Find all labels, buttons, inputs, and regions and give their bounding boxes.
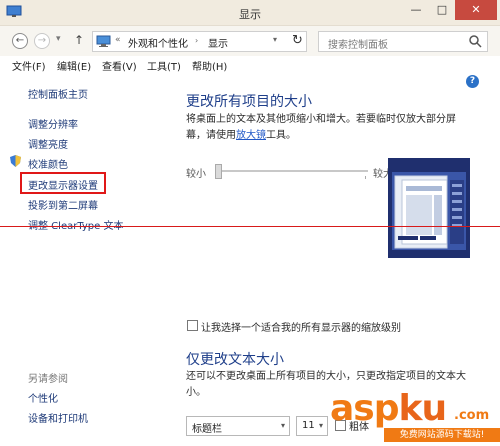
font-size-select-value: 11 — [302, 420, 315, 431]
watermark-subtitle: 免费网站源码下载站! — [384, 428, 500, 442]
forward-arrow-icon[interactable]: → — [34, 33, 50, 49]
chevron-right-icon[interactable]: › — [195, 36, 198, 45]
recent-pages-chevron-icon[interactable]: ▾ — [56, 34, 61, 44]
breadcrumb-appearance[interactable]: 外观和个性化 — [128, 35, 188, 50]
scaling-level-label[interactable]: 让我选择一个适合我的所有显示器的缩放级别 — [201, 319, 401, 334]
back-arrow-icon[interactable]: ← — [12, 33, 28, 49]
menu-file[interactable]: 文件(F) — [12, 58, 46, 73]
chevron-down-icon: ▾ — [318, 421, 323, 430]
menu-edit[interactable]: 编辑(E) — [57, 58, 91, 73]
watermark-logo: aspku — [330, 388, 448, 429]
see-also-heading: 另请参阅 — [28, 374, 68, 385]
menu-view[interactable]: 查看(V) — [102, 58, 137, 73]
menu-help[interactable]: 帮助(H) — [192, 58, 227, 73]
slider-label-smaller: 较小 — [186, 169, 206, 180]
monitor-icon — [96, 35, 111, 47]
section-title-change-size: 更改所有项目的大小 — [186, 94, 312, 110]
search-placeholder: 搜索控制面板 — [328, 40, 388, 51]
magnifier-link[interactable]: 放大镜 — [236, 130, 266, 141]
slider-tick — [365, 176, 366, 179]
element-select-value: 标题栏 — [192, 424, 222, 435]
chevron-down-icon: ▾ — [280, 421, 285, 430]
sidebar-link-adjust-resolution[interactable]: 调整分辨率 — [28, 116, 78, 131]
refresh-icon[interactable]: ↻ — [292, 33, 303, 48]
watermark-asp: asp — [330, 388, 399, 429]
red-guide-line — [0, 226, 500, 227]
search-input[interactable]: 搜索控制面板 — [318, 31, 488, 52]
sidebar-link-devices-printers[interactable]: 设备和打印机 — [28, 410, 88, 425]
title-bar: 显示 — □ ✕ — [0, 0, 500, 26]
size-slider-thumb[interactable] — [215, 164, 222, 179]
sidebar-link-calibrate-color[interactable]: 校准颜色 — [28, 156, 68, 171]
chevron-down-icon[interactable]: ▾ — [273, 35, 277, 44]
scaling-level-checkbox[interactable] — [187, 320, 198, 331]
address-row: ← → ▾ ↑ « 外观和个性化 › 显示 ▾ ↻ 搜索控制面板 — [0, 26, 500, 56]
menu-bar: 文件(F) 编辑(E) 查看(V) 工具(T) 帮助(H) — [0, 56, 500, 73]
sidebar-link-change-display-settings[interactable]: 更改显示器设置 — [28, 177, 98, 192]
sidebar-link-adjust-brightness[interactable]: 调整亮度 — [28, 136, 68, 151]
up-arrow-icon[interactable]: ↑ — [74, 33, 84, 47]
description-text: 将桌面上的文本及其他项缩小和增大。若要临时仅放大部分屏幕，请使用 — [186, 114, 456, 141]
section-description: 将桌面上的文本及其他项缩小和增大。若要临时仅放大部分屏幕，请使用放大镜工具。 — [186, 112, 471, 144]
address-bar[interactable]: « 外观和个性化 › 显示 ▾ ↻ — [92, 31, 307, 52]
sidebar-link-control-panel-home[interactable]: 控制面板主页 — [28, 86, 88, 101]
watermark-ku: ku — [398, 388, 448, 429]
size-slider-track[interactable] — [216, 170, 368, 172]
sidebar-link-project-second-screen[interactable]: 投影到第二屏幕 — [28, 197, 98, 212]
sidebar-link-adjust-cleartype[interactable]: 调整 ClearType 文本 — [28, 217, 123, 232]
breadcrumb-overflow[interactable]: « — [115, 35, 121, 45]
section-title-text-size: 仅更改文本大小 — [186, 352, 284, 368]
sidebar-link-personalization[interactable]: 个性化 — [28, 390, 58, 405]
description-suffix: 工具。 — [266, 130, 296, 141]
menu-tools[interactable]: 工具(T) — [147, 58, 181, 73]
shield-icon — [10, 155, 21, 167]
maximize-button[interactable]: □ — [429, 0, 455, 20]
close-button[interactable]: ✕ — [455, 0, 497, 20]
element-select[interactable]: 标题栏 ▾ — [186, 416, 290, 436]
font-size-select[interactable]: 11 ▾ — [296, 416, 328, 436]
breadcrumb-display[interactable]: 显示 — [208, 35, 228, 50]
watermark-dotcom: .com — [454, 408, 490, 423]
help-icon[interactable]: ? — [466, 75, 479, 88]
minimize-button[interactable]: — — [403, 0, 429, 20]
search-icon[interactable] — [468, 34, 482, 48]
display-preview-image — [388, 158, 470, 258]
